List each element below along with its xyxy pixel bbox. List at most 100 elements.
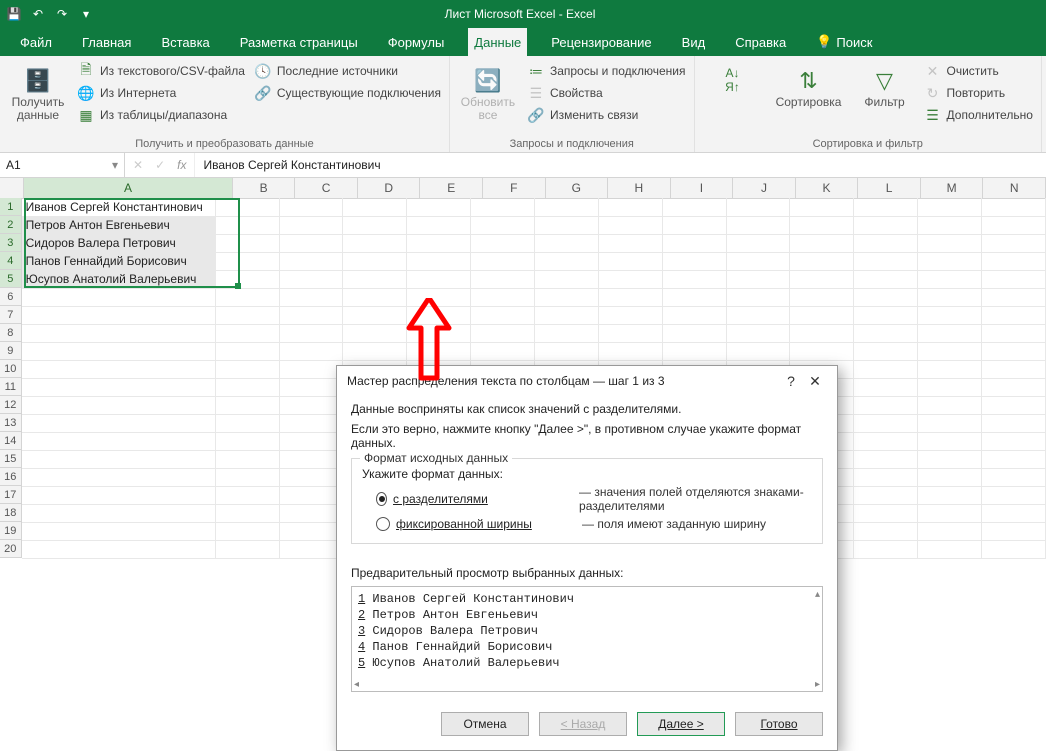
cell[interactable] xyxy=(535,216,599,235)
from-csv-button[interactable]: 🗎Из текстового/CSV-файла xyxy=(78,60,245,82)
cell[interactable] xyxy=(216,522,280,541)
scroll-up-icon[interactable]: ▴ xyxy=(815,589,820,601)
fx-icon[interactable]: fx xyxy=(177,158,186,172)
tab-home[interactable]: Главная xyxy=(76,28,137,56)
recent-sources-button[interactable]: 🕓Последние источники xyxy=(255,60,441,82)
cell[interactable] xyxy=(854,486,918,505)
tab-file[interactable]: Файл xyxy=(14,28,58,56)
cell[interactable] xyxy=(854,432,918,451)
cell[interactable] xyxy=(280,540,344,559)
row-header[interactable]: 8 xyxy=(0,324,22,342)
cell[interactable] xyxy=(854,396,918,415)
cell[interactable] xyxy=(982,216,1046,235)
cell[interactable] xyxy=(280,450,344,469)
cell[interactable] xyxy=(407,342,471,361)
formula-input[interactable]: Иванов Сергей Константинович xyxy=(195,153,1046,177)
cell[interactable] xyxy=(22,324,216,343)
cell[interactable] xyxy=(216,450,280,469)
cell[interactable] xyxy=(280,378,344,397)
cell[interactable] xyxy=(535,306,599,325)
col-header-b[interactable]: B xyxy=(233,178,296,199)
cell[interactable] xyxy=(471,234,535,253)
cell[interactable] xyxy=(854,504,918,523)
col-header-l[interactable]: L xyxy=(858,178,921,199)
cell[interactable] xyxy=(727,288,791,307)
cell[interactable] xyxy=(982,396,1046,415)
cell[interactable] xyxy=(854,378,918,397)
cell[interactable] xyxy=(727,252,791,271)
cell[interactable] xyxy=(918,216,982,235)
cell[interactable] xyxy=(918,306,982,325)
cell[interactable] xyxy=(216,486,280,505)
cell[interactable] xyxy=(216,504,280,523)
cell[interactable] xyxy=(918,360,982,379)
cell[interactable] xyxy=(918,288,982,307)
cell[interactable] xyxy=(918,540,982,559)
cell[interactable] xyxy=(918,432,982,451)
cell[interactable] xyxy=(663,234,727,253)
cell[interactable] xyxy=(280,216,344,235)
row-header[interactable]: 18 xyxy=(0,504,22,522)
row-header[interactable]: 9 xyxy=(0,342,22,360)
cell[interactable] xyxy=(280,522,344,541)
cell[interactable] xyxy=(343,306,407,325)
cell[interactable] xyxy=(790,324,854,343)
cell[interactable] xyxy=(918,234,982,253)
cell[interactable] xyxy=(22,360,216,379)
cell[interactable] xyxy=(982,270,1046,289)
cell[interactable] xyxy=(216,198,280,217)
cell[interactable] xyxy=(790,234,854,253)
cell[interactable] xyxy=(280,342,344,361)
cell[interactable] xyxy=(22,486,216,505)
row-header[interactable]: 7 xyxy=(0,306,22,324)
cell[interactable] xyxy=(22,450,216,469)
row-header[interactable]: 11 xyxy=(0,378,22,396)
cell[interactable] xyxy=(727,216,791,235)
cell[interactable] xyxy=(790,342,854,361)
cell[interactable] xyxy=(407,198,471,217)
tell-me-search[interactable]: 💡 Поиск xyxy=(810,28,878,56)
cell[interactable] xyxy=(663,198,727,217)
tab-insert[interactable]: Вставка xyxy=(155,28,215,56)
cell[interactable] xyxy=(918,342,982,361)
radio-fixed-width-label[interactable]: фиксированной ширины xyxy=(396,517,546,531)
cell[interactable] xyxy=(982,288,1046,307)
cell[interactable] xyxy=(216,378,280,397)
cell[interactable] xyxy=(918,396,982,415)
cell[interactable] xyxy=(982,234,1046,253)
col-header-c[interactable]: C xyxy=(295,178,358,199)
cell[interactable] xyxy=(790,252,854,271)
row-header[interactable]: 15 xyxy=(0,450,22,468)
cell[interactable] xyxy=(22,306,216,325)
cell[interactable] xyxy=(727,270,791,289)
cell[interactable] xyxy=(216,432,280,451)
cell[interactable] xyxy=(216,468,280,487)
name-box[interactable]: A1▾ xyxy=(0,153,125,177)
worksheet-grid[interactable]: A B C D E F G H I J K L M N 1Иванов Серг… xyxy=(0,178,1046,619)
cell[interactable] xyxy=(918,468,982,487)
cell[interactable] xyxy=(918,486,982,505)
cell[interactable] xyxy=(918,504,982,523)
refresh-all-button[interactable]: 🔄 Обновить все xyxy=(458,60,518,122)
cell[interactable] xyxy=(280,468,344,487)
cell[interactable] xyxy=(216,324,280,343)
cell[interactable] xyxy=(982,522,1046,541)
cell[interactable] xyxy=(216,342,280,361)
cell[interactable] xyxy=(535,198,599,217)
cell[interactable] xyxy=(663,216,727,235)
cell[interactable] xyxy=(663,324,727,343)
cell[interactable] xyxy=(982,432,1046,451)
cell[interactable] xyxy=(663,306,727,325)
row-header[interactable]: 14 xyxy=(0,432,22,450)
cell[interactable] xyxy=(982,378,1046,397)
scroll-left-icon[interactable]: ◂ xyxy=(354,679,359,691)
tab-formulas[interactable]: Формулы xyxy=(382,28,451,56)
cell[interactable] xyxy=(982,360,1046,379)
cell[interactable]: Иванов Сергей Константинович xyxy=(22,198,216,217)
tab-review[interactable]: Рецензирование xyxy=(545,28,657,56)
cell[interactable] xyxy=(216,360,280,379)
cell[interactable] xyxy=(407,270,471,289)
cell[interactable] xyxy=(982,342,1046,361)
cell[interactable] xyxy=(22,432,216,451)
cell[interactable]: Петров Антон Евгеньевич xyxy=(22,216,216,235)
